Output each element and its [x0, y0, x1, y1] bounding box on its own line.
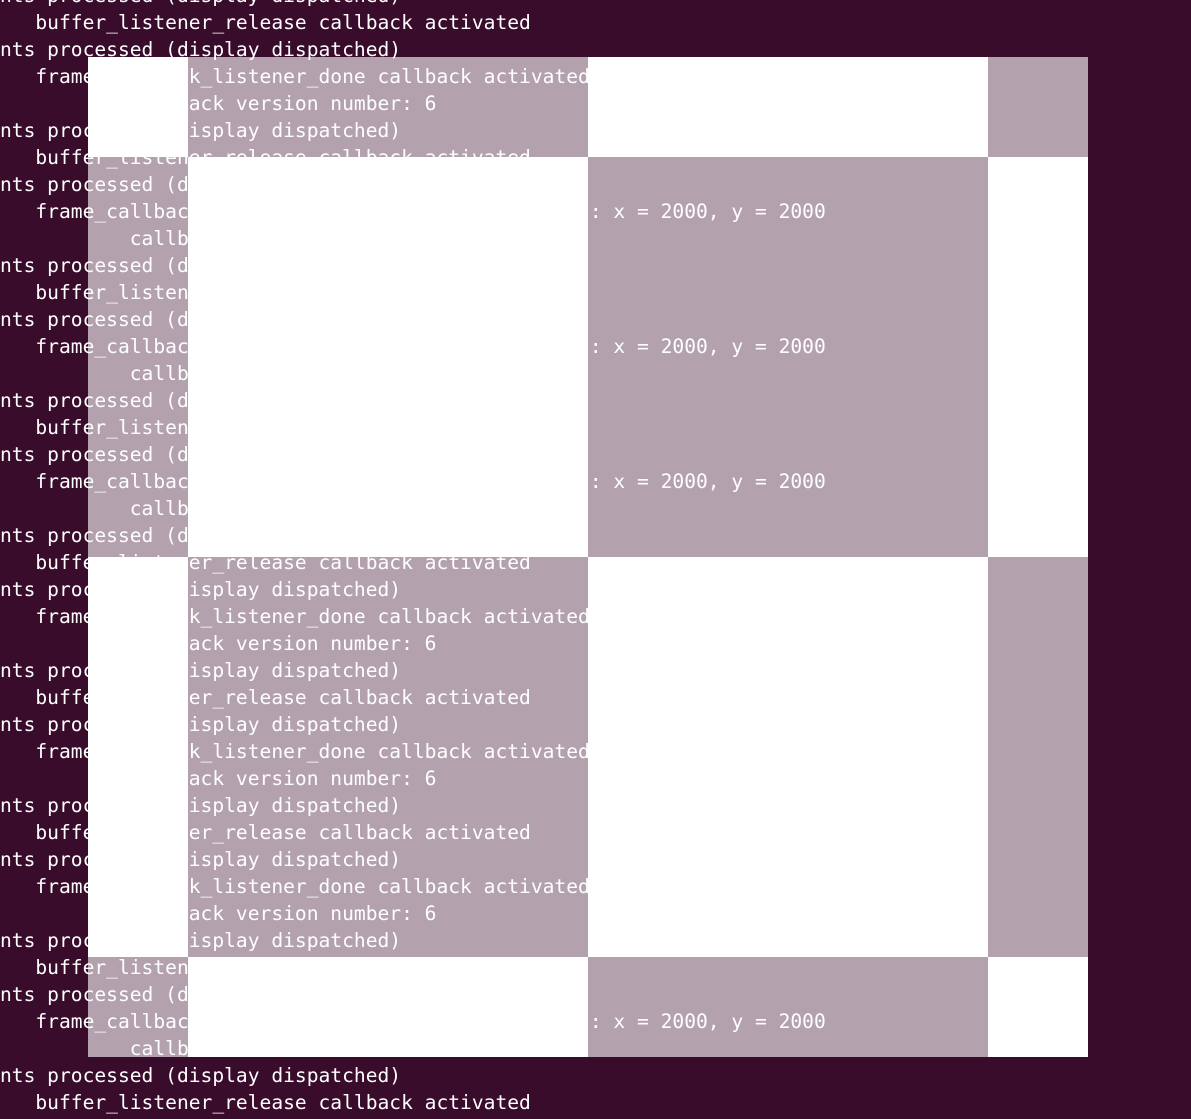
checker-square-translucent	[588, 157, 988, 557]
terminal-line: buffer_listener_release callback activat…	[0, 11, 531, 34]
checker-square-white	[988, 957, 1088, 1057]
checker-square-white	[588, 57, 988, 157]
checker-square-white	[988, 157, 1088, 557]
checker-square-translucent	[88, 957, 188, 1057]
terminal-line: buffer_listener_release callback activat…	[0, 1091, 531, 1114]
checker-square-white	[588, 557, 988, 957]
checker-square-translucent	[588, 957, 988, 1057]
checker-square-white	[188, 157, 588, 557]
checker-square-translucent	[988, 557, 1088, 957]
checker-square-translucent	[988, 57, 1088, 157]
checker-square-white	[188, 957, 588, 1057]
checker-square-white	[88, 557, 188, 957]
terminal-line: nts processed (display dispatched)	[0, 1064, 402, 1087]
checker-square-white	[88, 57, 188, 157]
terminal-line: nts processed (display dispatched)	[0, 0, 826, 9]
checker-square-translucent	[188, 557, 588, 957]
checker-square-translucent	[188, 57, 588, 157]
checker-square-translucent	[88, 157, 188, 557]
